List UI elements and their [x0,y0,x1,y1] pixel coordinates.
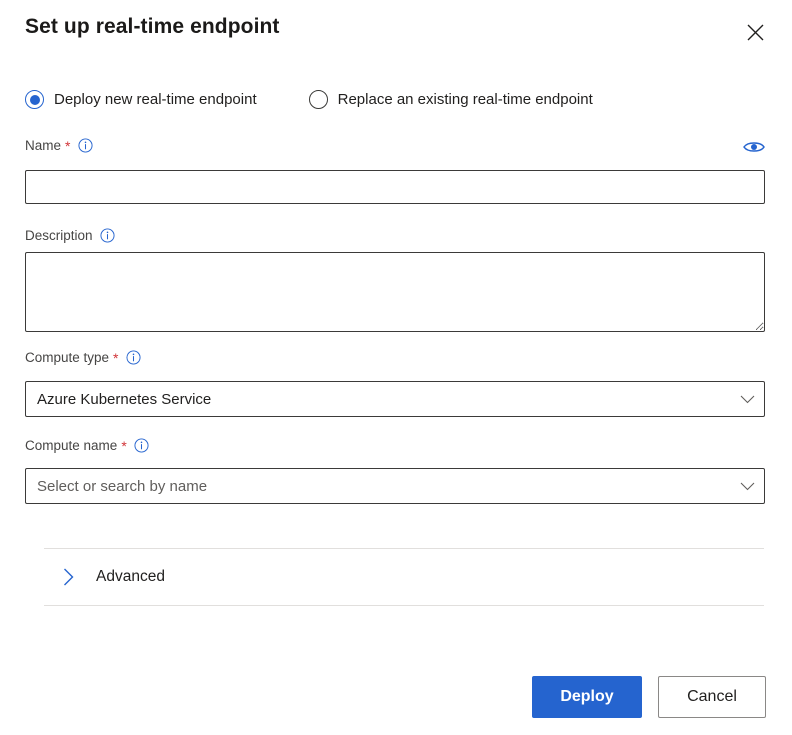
compute-type-label: Compute type [25,349,110,365]
radio-label: Replace an existing real-time endpoint [337,91,593,108]
info-icon[interactable] [134,437,150,453]
compute-type-required-marker: * [113,350,119,366]
reveal-name-button[interactable] [743,138,765,156]
chevron-down-icon[interactable] [730,395,764,404]
compute-type-label-row: Compute type * [25,349,142,365]
divider-bottom [44,605,764,606]
radio-label: Deploy new real-time endpoint [54,91,257,108]
compute-name-label-row: Compute name * [25,437,150,453]
compute-name-label: Compute name [25,437,118,453]
radio-indicator-selected [25,90,44,109]
advanced-section: Advanced [44,548,764,606]
compute-name-value: Select or search by name [37,477,208,495]
page-title: Set up real-time endpoint [25,15,280,38]
deployment-mode-radio-group: Deploy new real-time endpoint Replace an… [25,90,593,109]
name-label: Name [25,137,62,153]
advanced-toggle[interactable]: Advanced [44,549,764,605]
chevron-right-icon [57,566,79,588]
deploy-button[interactable]: Deploy [532,676,642,718]
eye-icon [743,140,765,154]
cancel-button[interactable]: Cancel [658,676,766,718]
dialog-footer: Deploy Cancel [0,676,792,718]
name-required-marker: * [65,138,71,154]
description-textarea[interactable] [25,252,765,332]
info-icon[interactable] [126,349,142,365]
info-icon[interactable] [77,137,93,153]
compute-type-dropdown[interactable]: Azure Kubernetes Service [25,381,765,417]
close-button[interactable] [740,17,770,47]
compute-name-dropdown[interactable]: Select or search by name [25,468,765,504]
name-label-row: Name * [25,137,93,153]
advanced-label: Advanced [96,568,165,585]
description-label-row: Description [25,227,116,243]
dialog-header: Set up real-time endpoint [0,0,792,62]
radio-deploy-new-endpoint[interactable]: Deploy new real-time endpoint [25,90,257,109]
compute-name-required-marker: * [121,438,127,454]
close-icon [747,24,764,41]
radio-replace-existing-endpoint[interactable]: Replace an existing real-time endpoint [308,90,593,109]
info-icon[interactable] [100,227,116,243]
setup-realtime-endpoint-dialog: Set up real-time endpoint Deploy new rea… [0,0,792,735]
name-input[interactable] [25,170,765,204]
chevron-down-icon[interactable] [730,482,764,491]
compute-type-value: Azure Kubernetes Service [37,390,212,408]
radio-indicator-unselected [308,90,328,109]
description-label: Description [25,227,93,243]
